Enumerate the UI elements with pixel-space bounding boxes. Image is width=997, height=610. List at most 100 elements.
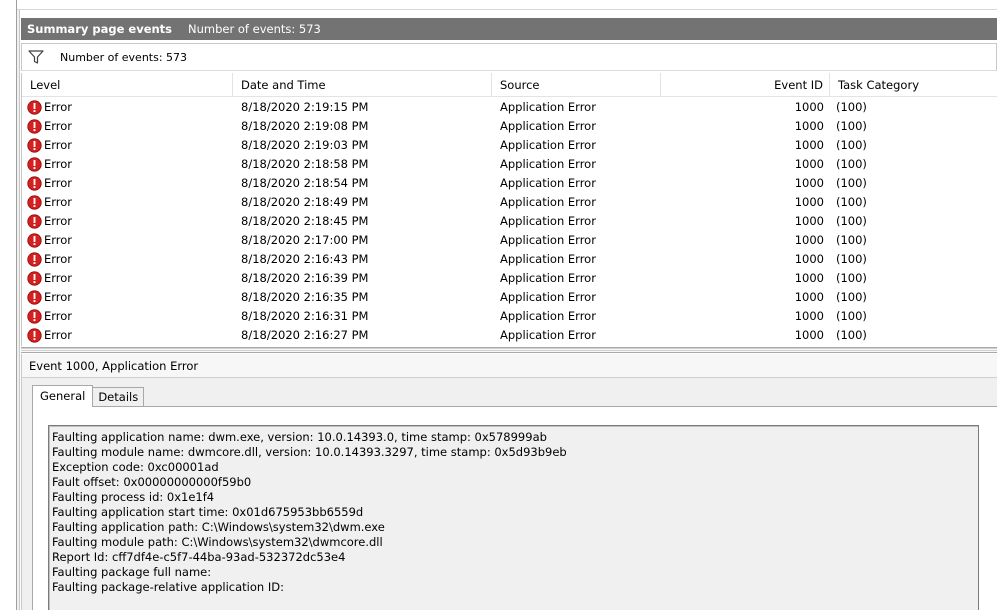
cell-date-time: 8/18/2020 2:19:15 PM <box>241 100 369 114</box>
level-text: Error <box>44 195 73 209</box>
level-text: Error <box>44 176 73 190</box>
left-tree-edge <box>0 0 17 610</box>
table-row[interactable]: Error 8/18/2020 2:16:39 PM Application Err… <box>22 269 997 288</box>
cell-level: Error <box>22 117 233 136</box>
cell-level: Error <box>22 231 233 250</box>
level-text: Error <box>44 290 73 304</box>
cell-source: Application Error <box>500 119 596 133</box>
filter-icon[interactable] <box>28 50 44 64</box>
level-text: Error <box>44 138 73 152</box>
table-row[interactable]: Error 8/18/2020 2:18:58 PM Application Err… <box>22 155 997 174</box>
cell-source: Application Error <box>500 195 596 209</box>
table-row[interactable]: Error 8/18/2020 2:16:31 PM Application Err… <box>22 307 997 326</box>
cell-level: Error <box>22 288 233 307</box>
level-text: Error <box>44 157 73 171</box>
cell-event-id: 1000 <box>794 100 824 114</box>
table-row[interactable]: Error 8/18/2020 2:18:45 PM Application Err… <box>22 212 997 231</box>
table-row[interactable]: Error 8/18/2020 2:18:54 PM Application Err… <box>22 174 997 193</box>
level-text: Error <box>44 328 73 342</box>
cell-event-id: 1000 <box>794 214 824 228</box>
level-text: Error <box>44 271 73 285</box>
message-line: Faulting module name: dwmcore.dll, versi… <box>52 445 567 459</box>
cell-source: Application Error <box>500 100 596 114</box>
error-icon <box>27 157 42 172</box>
error-icon <box>27 119 42 134</box>
table-row[interactable]: Error 8/18/2020 2:19:15 PM Application Err… <box>22 98 997 117</box>
event-detail-title: Event 1000, Application Error <box>22 354 997 378</box>
message-line: Exception code: 0xc00001ad <box>52 460 219 474</box>
cell-source: Application Error <box>500 309 596 323</box>
cell-source: Application Error <box>500 176 596 190</box>
events-table: Level Date and Time Source Event ID Task… <box>21 73 997 346</box>
table-row[interactable]: Error 8/18/2020 2:17:00 PM Application Err… <box>22 231 997 250</box>
table-row[interactable]: Error 8/18/2020 2:19:08 PM Application Err… <box>22 117 997 136</box>
table-row[interactable]: Error 8/18/2020 2:16:35 PM Application Err… <box>22 288 997 307</box>
column-header-source[interactable]: Source <box>492 73 661 97</box>
error-icon <box>27 100 42 115</box>
cell-event-id: 1000 <box>794 119 824 133</box>
cell-date-time: 8/18/2020 2:16:35 PM <box>241 290 369 304</box>
cell-event-id: 1000 <box>794 176 824 190</box>
cell-level: Error <box>22 269 233 288</box>
error-icon <box>27 195 42 210</box>
error-icon <box>27 176 42 191</box>
message-line: Faulting package-relative application ID… <box>52 580 284 594</box>
cell-source: Application Error <box>500 233 596 247</box>
error-icon <box>27 252 42 267</box>
error-icon <box>27 328 42 343</box>
cell-event-id: 1000 <box>794 290 824 304</box>
cell-source: Application Error <box>500 252 596 266</box>
level-text: Error <box>44 214 73 228</box>
cell-level: Error <box>22 212 233 231</box>
message-line: Faulting application path: C:\Windows\sy… <box>52 520 385 534</box>
error-icon <box>27 214 42 229</box>
cell-event-id: 1000 <box>794 138 824 152</box>
error-icon <box>27 138 42 153</box>
summary-title: Summary page events <box>27 22 173 36</box>
cell-source: Application Error <box>500 214 596 228</box>
cell-level: Error <box>22 193 233 212</box>
filter-bar: Number of events: 573 <box>21 43 997 71</box>
level-text: Error <box>44 233 73 247</box>
tab-details[interactable]: Details <box>92 387 145 407</box>
cell-event-id: 1000 <box>794 252 824 266</box>
message-line: Report Id: cff7df4e-c5f7-44ba-93ad-53237… <box>52 550 346 564</box>
cell-task-category: (100) <box>836 214 867 228</box>
column-header-level[interactable]: Level <box>22 73 233 97</box>
cell-task-category: (100) <box>836 157 867 171</box>
table-row[interactable]: Error 8/18/2020 2:16:43 PM Application Err… <box>22 250 997 269</box>
table-row[interactable]: Error 8/18/2020 2:18:49 PM Application Err… <box>22 193 997 212</box>
event-description-textbox[interactable]: Faulting application name: dwm.exe, vers… <box>48 425 979 610</box>
column-header-date-time[interactable]: Date and Time <box>233 73 492 97</box>
cell-event-id: 1000 <box>794 157 824 171</box>
cell-task-category: (100) <box>836 176 867 190</box>
cell-event-id: 1000 <box>794 328 824 342</box>
column-header-task-category[interactable]: Task Category <box>830 73 997 97</box>
cell-level: Error <box>22 307 233 326</box>
table-row[interactable]: Error 8/18/2020 2:19:03 PM Application Err… <box>22 136 997 155</box>
event-viewer-window: Summary page events Number of events: 57… <box>0 0 997 610</box>
cell-date-time: 8/18/2020 2:16:31 PM <box>241 309 369 323</box>
table-header: Level Date and Time Source Event ID Task… <box>22 73 997 97</box>
pane-splitter[interactable] <box>21 347 997 353</box>
cell-date-time: 8/18/2020 2:18:45 PM <box>241 214 369 228</box>
cell-level: Error <box>22 326 233 345</box>
left-splitter[interactable] <box>17 10 20 610</box>
cell-level: Error <box>22 155 233 174</box>
table-row[interactable]: Error 8/18/2020 2:16:27 PM Application Err… <box>22 326 997 345</box>
cell-level: Error <box>22 174 233 193</box>
error-icon <box>27 233 42 248</box>
cell-date-time: 8/18/2020 2:19:03 PM <box>241 138 369 152</box>
cell-date-time: 8/18/2020 2:16:43 PM <box>241 252 369 266</box>
cell-event-id: 1000 <box>794 271 824 285</box>
cell-level: Error <box>22 250 233 269</box>
tab-general[interactable]: General <box>32 385 94 407</box>
column-header-event-id[interactable]: Event ID <box>661 73 830 97</box>
cell-date-time: 8/18/2020 2:18:54 PM <box>241 176 369 190</box>
table-body: Error 8/18/2020 2:19:15 PM Application Err… <box>22 98 997 345</box>
level-text: Error <box>44 309 73 323</box>
cell-date-time: 8/18/2020 2:17:00 PM <box>241 233 369 247</box>
level-text: Error <box>44 252 73 266</box>
error-icon <box>27 309 42 324</box>
event-detail-pane: Event 1000, Application Error General De… <box>21 354 997 610</box>
